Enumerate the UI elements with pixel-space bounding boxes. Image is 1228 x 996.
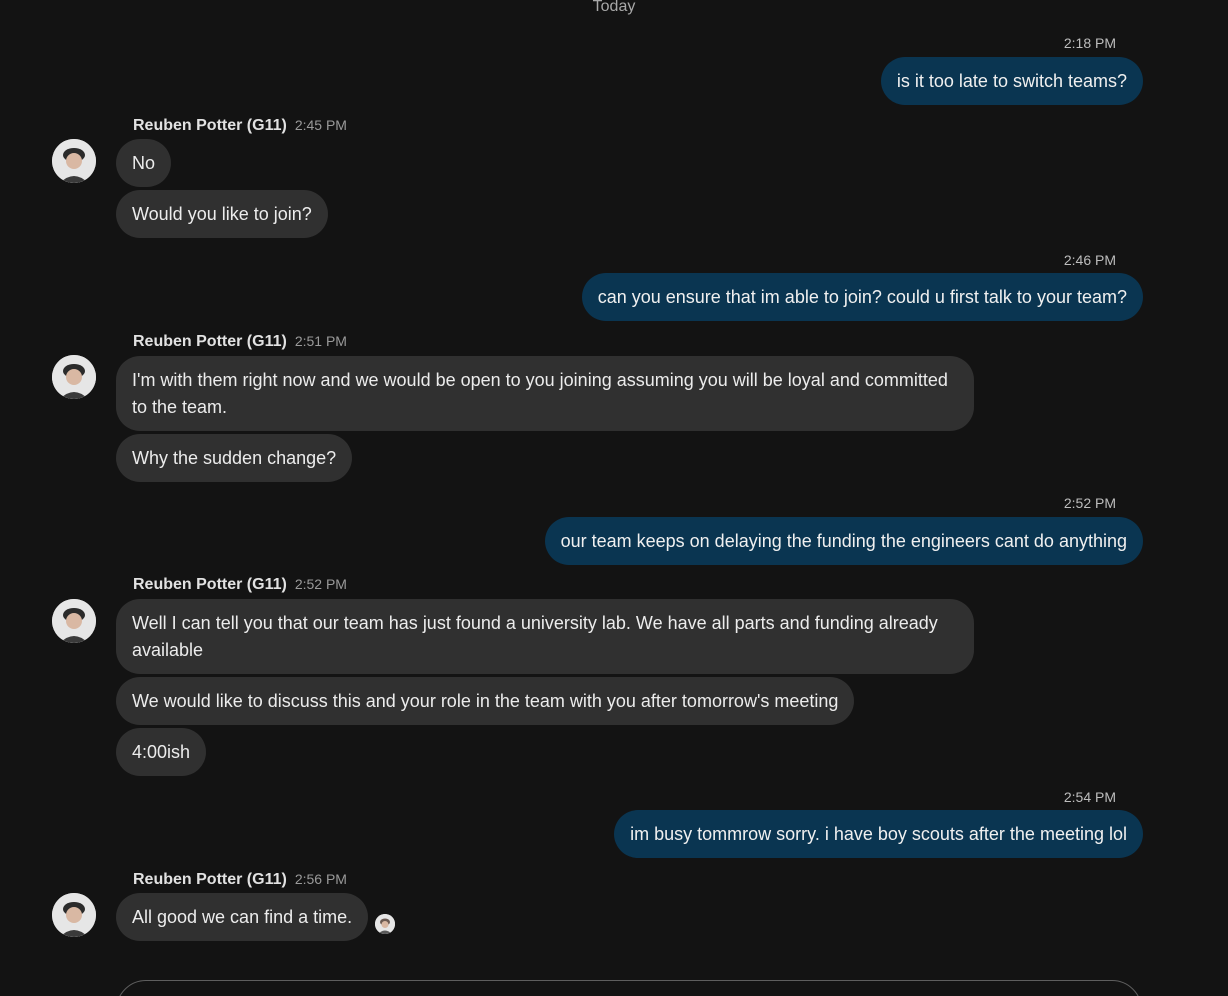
- sender-name[interactable]: Reuben Potter (G11): [133, 576, 287, 593]
- outgoing-timestamp: 2:52 PM: [1063, 495, 1116, 511]
- incoming-message-bubble[interactable]: Why the sudden change?: [116, 434, 353, 482]
- person-avatar-icon[interactable]: [52, 139, 96, 183]
- outgoing-message-bubble[interactable]: our team keeps on delaying the funding t…: [544, 517, 1143, 565]
- sender-name[interactable]: Reuben Potter (G11): [133, 871, 287, 888]
- incoming-timestamp: 2:45 PM: [294, 117, 347, 133]
- chat-conversation: Today 2:18 PM is it too late to switch t…: [0, 0, 1228, 996]
- incoming-message-bubble[interactable]: Well I can tell you that our team has ju…: [116, 599, 974, 674]
- outgoing-timestamp: 2:54 PM: [1063, 789, 1116, 805]
- outgoing-timestamp: 2:46 PM: [1063, 252, 1116, 268]
- sender-name[interactable]: Reuben Potter (G11): [133, 117, 287, 134]
- outgoing-message-bubble[interactable]: is it too late to switch teams?: [880, 57, 1143, 105]
- outgoing-message-bubble[interactable]: im busy tommrow sorry. i have boy scouts…: [614, 810, 1143, 858]
- incoming-message-bubble[interactable]: All good we can find a time.: [116, 893, 369, 941]
- incoming-message-bubble[interactable]: 4:00ish: [116, 728, 207, 776]
- incoming-message-bubble[interactable]: We would like to discuss this and your r…: [116, 677, 855, 725]
- incoming-message-bubble[interactable]: Would you like to join?: [116, 190, 328, 238]
- person-avatar-icon[interactable]: [52, 893, 96, 937]
- message-composer-input[interactable]: [116, 980, 1142, 996]
- outgoing-timestamp: 2:18 PM: [1063, 35, 1116, 51]
- sender-name[interactable]: Reuben Potter (G11): [133, 333, 287, 350]
- outgoing-message-bubble[interactable]: can you ensure that im able to join? cou…: [581, 273, 1143, 321]
- incoming-timestamp: 2:56 PM: [294, 871, 347, 887]
- incoming-timestamp: 2:52 PM: [294, 576, 347, 592]
- incoming-message-bubble[interactable]: No: [116, 139, 172, 187]
- person-avatar-icon[interactable]: [52, 355, 96, 399]
- person-avatar-icon[interactable]: [52, 599, 96, 643]
- date-divider: Today: [592, 0, 636, 15]
- sender-header: Reuben Potter (G11) 2:56 PM: [133, 871, 347, 889]
- incoming-timestamp: 2:51 PM: [294, 333, 347, 349]
- incoming-message-bubble[interactable]: I'm with them right now and we would be …: [116, 356, 974, 431]
- read-receipt-avatar-icon: [375, 914, 395, 934]
- sender-header: Reuben Potter (G11) 2:45 PM: [133, 117, 347, 135]
- sender-header: Reuben Potter (G11) 2:51 PM: [133, 333, 347, 351]
- sender-header: Reuben Potter (G11) 2:52 PM: [133, 576, 347, 594]
